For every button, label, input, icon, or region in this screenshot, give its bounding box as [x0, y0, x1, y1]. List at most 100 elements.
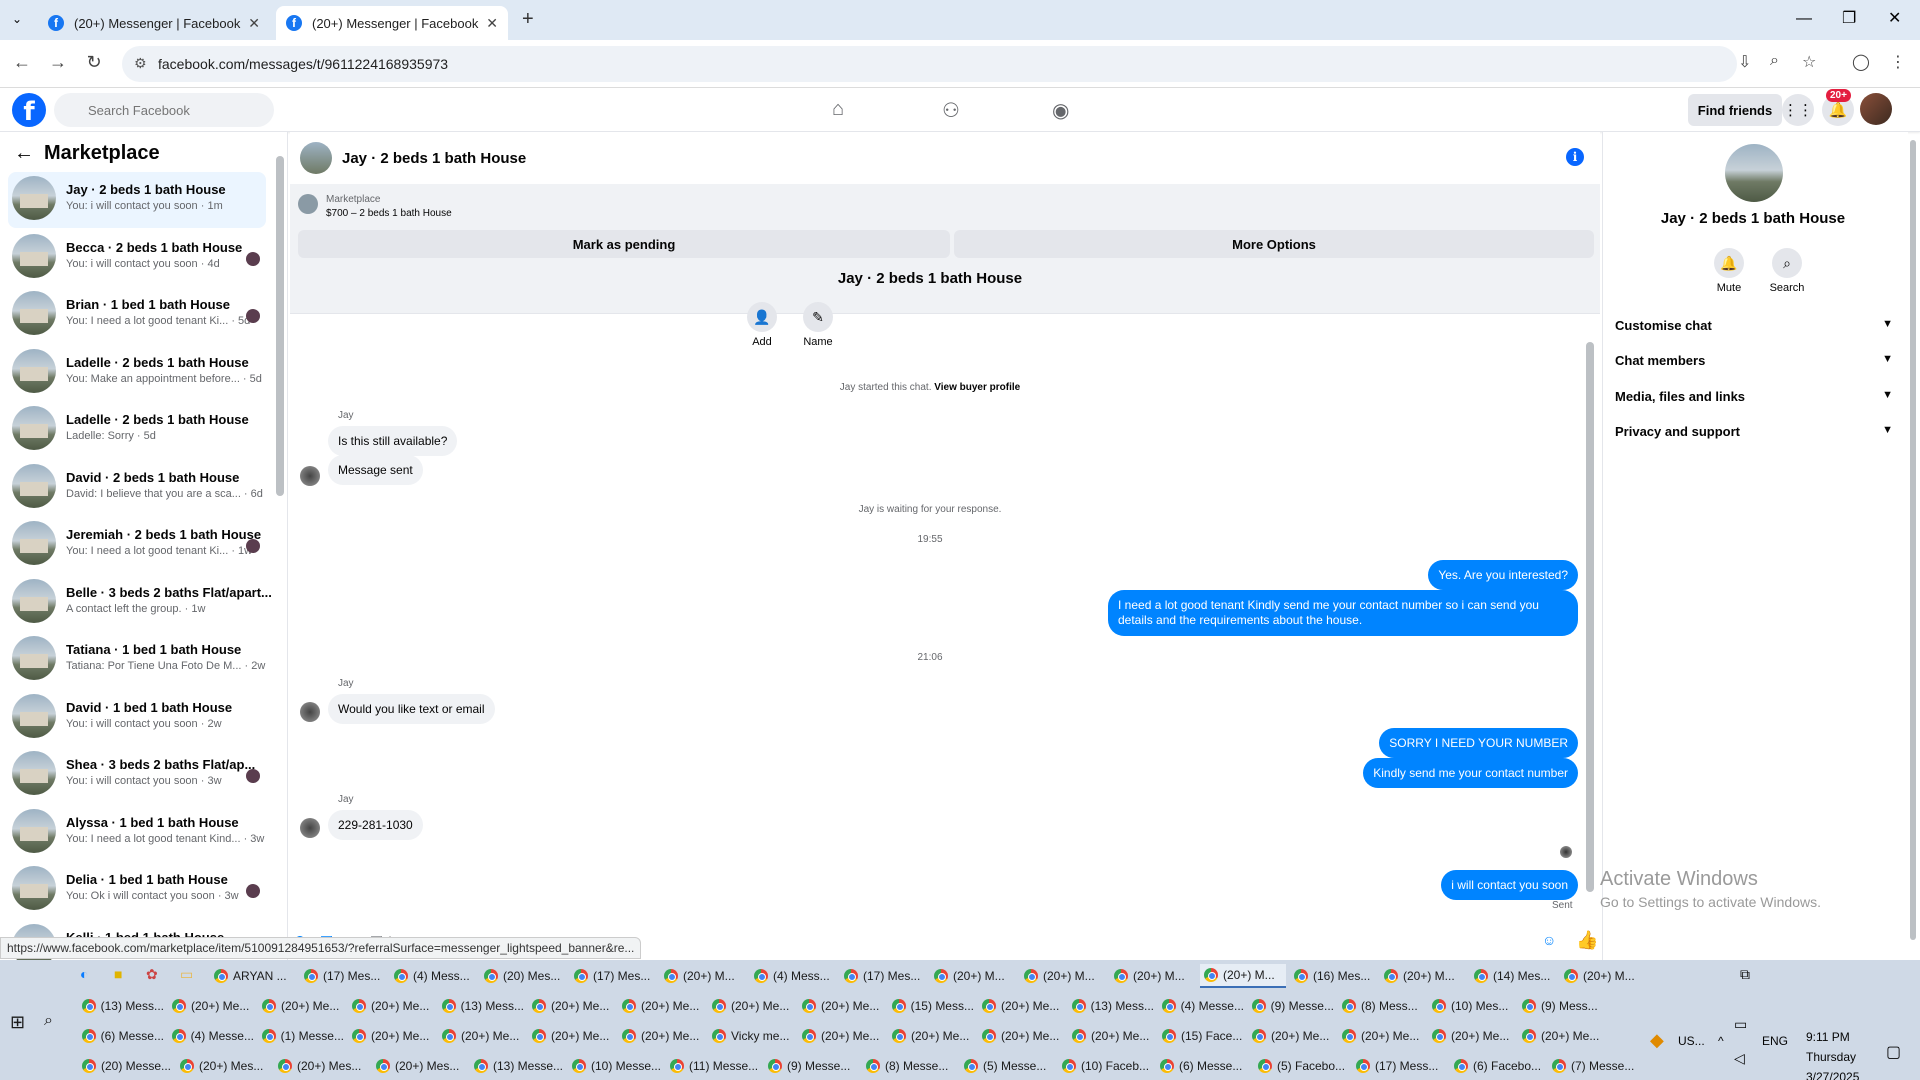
taskbar-window-button[interactable]: (20+) Me...: [258, 994, 344, 1018]
taskbar-window-button[interactable]: (9) Mess...: [1518, 994, 1604, 1018]
taskbar-window-button[interactable]: Vicky me...: [708, 1024, 794, 1048]
taskbar-window-button[interactable]: (8) Messe...: [862, 1054, 956, 1078]
edge-icon[interactable]: ◐: [80, 966, 88, 982]
outgoing-message[interactable]: Kindly send me your contact number: [1363, 758, 1578, 788]
taskbar-window-button[interactable]: (20) Messe...: [78, 1054, 172, 1078]
outgoing-message[interactable]: SORRY I NEED YOUR NUMBER: [1379, 728, 1578, 758]
taskbar-window-button[interactable]: (5) Facebo...: [1254, 1054, 1348, 1078]
taskbar-window-button[interactable]: (20+) M...: [1560, 964, 1646, 988]
app-icon[interactable]: ✿: [146, 966, 158, 983]
taskbar-window-button[interactable]: (20) Mes...: [480, 964, 566, 988]
taskbar-window-button[interactable]: (6) Messe...: [1156, 1054, 1250, 1078]
conversation-item[interactable]: Delia · 1 bed 1 bath House You: Ok i will…: [8, 862, 266, 918]
taskbar-window-button[interactable]: (6) Messe...: [78, 1024, 164, 1048]
taskbar-window-button[interactable]: (20+) M...: [660, 964, 746, 988]
reload-icon[interactable]: ↻: [82, 52, 106, 73]
clock-time[interactable]: 9:11 PM: [1806, 1030, 1850, 1044]
tab-search-dropdown-icon[interactable]: ⌄: [12, 12, 22, 26]
view-buyer-profile-link[interactable]: View buyer profile: [934, 382, 1020, 393]
taskbar-window-button[interactable]: (20+) Mes...: [372, 1054, 466, 1078]
chat-scrollbar[interactable]: [1586, 342, 1594, 892]
back-arrow-icon[interactable]: ←: [14, 142, 34, 165]
taskbar-window-button[interactable]: (20+) Me...: [888, 1024, 974, 1048]
page-scrollbar[interactable]: [1910, 140, 1916, 940]
taskbar-window-button[interactable]: (16) Mes...: [1290, 964, 1376, 988]
find-friends-button[interactable]: Find friends: [1688, 94, 1782, 126]
taskbar-window-button[interactable]: (20+) M...: [1020, 964, 1106, 988]
taskbar-window-button[interactable]: (20+) Me...: [798, 1024, 884, 1048]
taskbar-window-button[interactable]: (11) Messe...: [666, 1054, 760, 1078]
taskbar-window-button[interactable]: (13) Mess...: [438, 994, 524, 1018]
taskbar-window-button[interactable]: ARYAN ...: [210, 964, 296, 988]
outgoing-message[interactable]: i will contact you soon: [1441, 870, 1578, 900]
taskbar-window-button[interactable]: (20+) Me...: [978, 994, 1064, 1018]
tray-chevron-icon[interactable]: ^: [1718, 1034, 1724, 1048]
incoming-message[interactable]: Message sent: [328, 455, 423, 485]
sender-avatar[interactable]: [300, 466, 320, 486]
clock-date[interactable]: 3/27/2025: [1806, 1070, 1859, 1080]
taskbar-window-button[interactable]: (7) Messe...: [1548, 1054, 1642, 1078]
taskbar-window-button[interactable]: (20+) Me...: [438, 1024, 524, 1048]
taskbar-window-button[interactable]: (20+) Me...: [1338, 1024, 1424, 1048]
conversation-item[interactable]: Brian · 1 bed 1 bath House You: I need a …: [8, 287, 266, 343]
taskbar-window-button[interactable]: (20+) Me...: [618, 1024, 704, 1048]
facebook-logo-icon[interactable]: f: [12, 93, 46, 127]
clock-day[interactable]: Thursday: [1806, 1050, 1856, 1064]
conversation-item[interactable]: Ladelle · 2 beds 1 bath House You: Make a…: [8, 345, 266, 401]
bookmark-star-icon[interactable]: ☆: [1802, 52, 1816, 72]
conversation-item[interactable]: Jay · 2 beds 1 bath House You: i will con…: [8, 172, 266, 228]
taskbar-window-button[interactable]: (6) Facebo...: [1450, 1054, 1544, 1078]
tab-close-icon[interactable]: ✕: [486, 15, 498, 32]
back-icon[interactable]: ←: [10, 52, 34, 73]
friends-icon[interactable]: ⚇: [942, 98, 960, 123]
media-files-links-row[interactable]: Media, files and links ▼: [1615, 389, 1901, 404]
account-avatar[interactable]: [1860, 93, 1892, 125]
conversation-item[interactable]: Ladelle · 2 beds 1 bath House Ladelle: So…: [8, 402, 266, 458]
conversation-list-scrollbar[interactable]: [276, 156, 284, 496]
sender-avatar[interactable]: [300, 702, 320, 722]
profile-avatar[interactable]: [1725, 144, 1783, 202]
conversation-item[interactable]: Alyssa · 1 bed 1 bath House You: I need a…: [8, 805, 266, 861]
sender-avatar[interactable]: [300, 818, 320, 838]
mute-action[interactable]: 🔔 Mute: [1699, 248, 1759, 294]
notification-center-icon[interactable]: ▢: [1886, 1042, 1901, 1062]
browser-tab-2[interactable]: f (20+) Messenger | Facebook ✕: [276, 6, 508, 40]
volume-icon[interactable]: ◁: [1734, 1050, 1745, 1067]
url-bar[interactable]: ⚙ facebook.com/messages/t/96112241689359…: [122, 46, 1737, 82]
taskbar-window-button[interactable]: (20+) Me...: [528, 994, 614, 1018]
profile-icon[interactable]: ◯: [1852, 52, 1870, 72]
info-icon[interactable]: i: [1566, 148, 1584, 166]
taskbar-window-button[interactable]: (20+) Me...: [1518, 1024, 1604, 1048]
browser-menu-icon[interactable]: ⋮: [1890, 52, 1906, 72]
home-icon[interactable]: ⌂: [832, 98, 844, 121]
taskbar-window-button[interactable]: (1) Messe...: [258, 1024, 344, 1048]
thumbs-up-icon[interactable]: 👍: [1576, 930, 1598, 951]
taskbar-window-button[interactable]: (20+) Me...: [1248, 1024, 1334, 1048]
taskbar-window-button[interactable]: (20+) Me...: [348, 1024, 434, 1048]
taskbar-window-button[interactable]: (14) Mes...: [1470, 964, 1556, 988]
close-window-icon[interactable]: ✕: [1888, 8, 1901, 28]
taskbar-window-button[interactable]: (20+) Me...: [798, 994, 884, 1018]
tab-close-icon[interactable]: ✕: [248, 15, 260, 32]
taskbar-window-button[interactable]: (20+) Mes...: [274, 1054, 368, 1078]
taskbar-window-button[interactable]: (15) Face...: [1158, 1024, 1244, 1048]
chat-header[interactable]: Jay · 2 beds 1 bath House: [300, 142, 526, 174]
customise-chat-row[interactable]: Customise chat ▼: [1615, 318, 1901, 333]
conversation-item[interactable]: Belle · 3 beds 2 baths Flat/apart... A co…: [8, 575, 272, 631]
listing-thumbnail[interactable]: [298, 194, 318, 214]
conversation-item[interactable]: Jeremiah · 2 beds 1 bath House You: I nee…: [8, 517, 266, 573]
chat-members-row[interactable]: Chat members ▼: [1615, 353, 1901, 368]
taskbar-window-button[interactable]: (10) Faceb...: [1058, 1054, 1152, 1078]
file-explorer-icon[interactable]: ▭: [180, 966, 193, 983]
install-app-icon[interactable]: ⇩: [1738, 52, 1751, 72]
taskbar-window-button[interactable]: (17) Mess...: [1352, 1054, 1446, 1078]
taskbar-window-button[interactable]: (17) Mes...: [840, 964, 926, 988]
emoji-icon[interactable]: ☺: [1542, 932, 1556, 948]
taskbar-window-button[interactable]: (8) Mess...: [1338, 994, 1424, 1018]
new-tab-icon[interactable]: +: [522, 8, 534, 31]
network-icon[interactable]: ▭: [1734, 1016, 1747, 1033]
outgoing-message[interactable]: Yes. Are you interested?: [1428, 560, 1578, 590]
conversation-item[interactable]: Becca · 2 beds 1 bath House You: i will c…: [8, 230, 266, 286]
outgoing-message[interactable]: I need a lot good tenant Kindly send me …: [1108, 590, 1578, 636]
minimize-icon[interactable]: —: [1796, 10, 1812, 28]
